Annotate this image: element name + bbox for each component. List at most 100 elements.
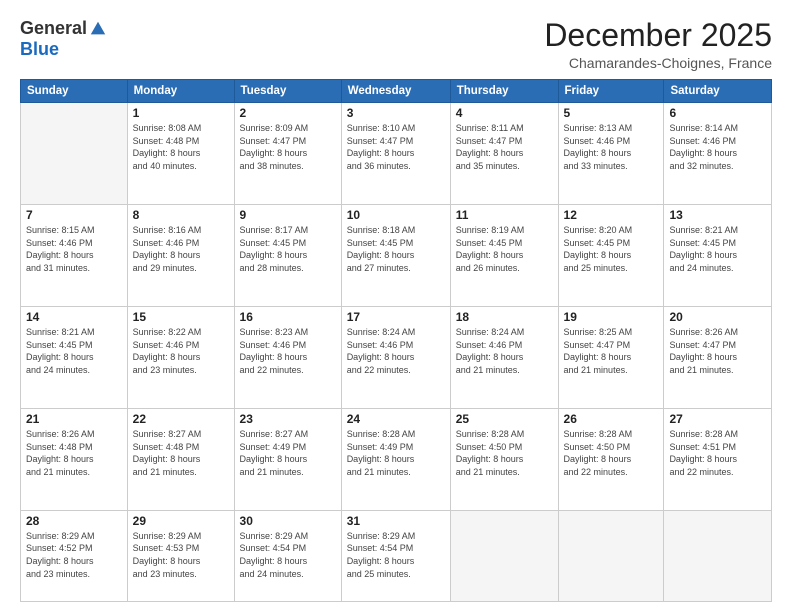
day-info: Sunrise: 8:14 AM Sunset: 4:46 PM Dayligh…: [669, 122, 766, 172]
day-info: Sunrise: 8:09 AM Sunset: 4:47 PM Dayligh…: [240, 122, 336, 172]
header-cell-sunday: Sunday: [21, 80, 128, 103]
day-info: Sunrise: 8:28 AM Sunset: 4:49 PM Dayligh…: [347, 428, 445, 478]
day-info: Sunrise: 8:22 AM Sunset: 4:46 PM Dayligh…: [133, 326, 229, 376]
day-cell: 11Sunrise: 8:19 AM Sunset: 4:45 PM Dayli…: [450, 205, 558, 307]
day-cell: 27Sunrise: 8:28 AM Sunset: 4:51 PM Dayli…: [664, 408, 772, 510]
day-number: 1: [133, 106, 229, 120]
day-cell: 14 Sunrise: 8:21 AM Sunset: 4:45 PM Dayli…: [21, 307, 128, 409]
day-cell: 10 Sunrise: 8:18 AM Sunset: 4:45 PM Dayli…: [341, 205, 450, 307]
day-number: 7: [26, 208, 122, 222]
day-cell: 28Sunrise: 8:29 AM Sunset: 4:52 PM Dayli…: [21, 510, 128, 601]
day-cell: 26Sunrise: 8:28 AM Sunset: 4:50 PM Dayli…: [558, 408, 664, 510]
day-cell: [664, 510, 772, 601]
day-cell: 2Sunrise: 8:09 AM Sunset: 4:47 PM Daylig…: [234, 103, 341, 205]
day-info: Sunrise: 8:29 AM Sunset: 4:53 PM Dayligh…: [133, 530, 229, 580]
day-cell: [558, 510, 664, 601]
day-cell: 8 Sunrise: 8:16 AM Sunset: 4:46 PM Daylig…: [127, 205, 234, 307]
week-row-1: 1Sunrise: 8:08 AM Sunset: 4:48 PM Daylig…: [21, 103, 772, 205]
title-block: December 2025 Chamarandes-Choignes, Fran…: [544, 18, 772, 71]
day-info: Sunrise: 8:21 AM Sunset: 4:45 PM Dayligh…: [26, 326, 122, 376]
day-number: 27: [669, 412, 766, 426]
day-number: 25: [456, 412, 553, 426]
day-info: Sunrise: 8:13 AM Sunset: 4:46 PM Dayligh…: [564, 122, 659, 172]
logo-blue: Blue: [20, 39, 59, 59]
day-number: 8: [133, 208, 229, 222]
day-number: 24: [347, 412, 445, 426]
week-row-3: 14 Sunrise: 8:21 AM Sunset: 4:45 PM Dayli…: [21, 307, 772, 409]
day-number: 20: [669, 310, 766, 324]
logo-general: General: [20, 18, 87, 39]
day-number: 4: [456, 106, 553, 120]
day-info: Sunrise: 8:10 AM Sunset: 4:47 PM Dayligh…: [347, 122, 445, 172]
header-cell-tuesday: Tuesday: [234, 80, 341, 103]
day-cell: 9 Sunrise: 8:17 AM Sunset: 4:45 PM Daylig…: [234, 205, 341, 307]
week-row-2: 7Sunrise: 8:15 AM Sunset: 4:46 PM Daylig…: [21, 205, 772, 307]
week-row-5: 28Sunrise: 8:29 AM Sunset: 4:52 PM Dayli…: [21, 510, 772, 601]
day-cell: 5 Sunrise: 8:13 AM Sunset: 4:46 PM Daylig…: [558, 103, 664, 205]
day-number: 22: [133, 412, 229, 426]
day-info: Sunrise: 8:29 AM Sunset: 4:54 PM Dayligh…: [240, 530, 336, 580]
header-row: SundayMondayTuesdayWednesdayThursdayFrid…: [21, 80, 772, 103]
day-cell: 29 Sunrise: 8:29 AM Sunset: 4:53 PM Dayli…: [127, 510, 234, 601]
day-info: Sunrise: 8:24 AM Sunset: 4:46 PM Dayligh…: [456, 326, 553, 376]
calendar-table: SundayMondayTuesdayWednesdayThursdayFrid…: [20, 79, 772, 602]
day-info: Sunrise: 8:23 AM Sunset: 4:46 PM Dayligh…: [240, 326, 336, 376]
day-info: Sunrise: 8:16 AM Sunset: 4:46 PM Dayligh…: [133, 224, 229, 274]
day-info: Sunrise: 8:25 AM Sunset: 4:47 PM Dayligh…: [564, 326, 659, 376]
day-info: Sunrise: 8:29 AM Sunset: 4:52 PM Dayligh…: [26, 530, 122, 580]
day-cell: 6 Sunrise: 8:14 AM Sunset: 4:46 PM Daylig…: [664, 103, 772, 205]
day-number: 5: [564, 106, 659, 120]
day-cell: 1Sunrise: 8:08 AM Sunset: 4:48 PM Daylig…: [127, 103, 234, 205]
day-cell: 15 Sunrise: 8:22 AM Sunset: 4:46 PM Dayli…: [127, 307, 234, 409]
day-info: Sunrise: 8:19 AM Sunset: 4:45 PM Dayligh…: [456, 224, 553, 274]
day-cell: 4 Sunrise: 8:11 AM Sunset: 4:47 PM Daylig…: [450, 103, 558, 205]
day-cell: 30 Sunrise: 8:29 AM Sunset: 4:54 PM Dayli…: [234, 510, 341, 601]
day-info: Sunrise: 8:29 AM Sunset: 4:54 PM Dayligh…: [347, 530, 445, 580]
day-cell: 31 Sunrise: 8:29 AM Sunset: 4:54 PM Dayli…: [341, 510, 450, 601]
day-cell: [21, 103, 128, 205]
day-number: 9: [240, 208, 336, 222]
day-cell: 20 Sunrise: 8:26 AM Sunset: 4:47 PM Dayli…: [664, 307, 772, 409]
day-number: 13: [669, 208, 766, 222]
day-number: 15: [133, 310, 229, 324]
header-cell-monday: Monday: [127, 80, 234, 103]
logo: General Blue: [20, 18, 107, 60]
logo-blue-text: Blue: [20, 39, 59, 60]
day-info: Sunrise: 8:26 AM Sunset: 4:47 PM Dayligh…: [669, 326, 766, 376]
day-info: Sunrise: 8:20 AM Sunset: 4:45 PM Dayligh…: [564, 224, 659, 274]
day-cell: 12Sunrise: 8:20 AM Sunset: 4:45 PM Dayli…: [558, 205, 664, 307]
day-number: 31: [347, 514, 445, 528]
day-cell: 18 Sunrise: 8:24 AM Sunset: 4:46 PM Dayli…: [450, 307, 558, 409]
logo-icon: [89, 20, 107, 38]
day-info: Sunrise: 8:28 AM Sunset: 4:50 PM Dayligh…: [456, 428, 553, 478]
day-number: 6: [669, 106, 766, 120]
day-number: 26: [564, 412, 659, 426]
day-number: 18: [456, 310, 553, 324]
day-number: 30: [240, 514, 336, 528]
day-number: 17: [347, 310, 445, 324]
day-cell: 3 Sunrise: 8:10 AM Sunset: 4:47 PM Daylig…: [341, 103, 450, 205]
day-cell: 13 Sunrise: 8:21 AM Sunset: 4:45 PM Dayli…: [664, 205, 772, 307]
day-cell: 19Sunrise: 8:25 AM Sunset: 4:47 PM Dayli…: [558, 307, 664, 409]
day-info: Sunrise: 8:11 AM Sunset: 4:47 PM Dayligh…: [456, 122, 553, 172]
day-cell: 24 Sunrise: 8:28 AM Sunset: 4:49 PM Dayli…: [341, 408, 450, 510]
day-number: 14: [26, 310, 122, 324]
day-number: 16: [240, 310, 336, 324]
day-cell: 21Sunrise: 8:26 AM Sunset: 4:48 PM Dayli…: [21, 408, 128, 510]
day-info: Sunrise: 8:21 AM Sunset: 4:45 PM Dayligh…: [669, 224, 766, 274]
header-cell-thursday: Thursday: [450, 80, 558, 103]
day-info: Sunrise: 8:17 AM Sunset: 4:45 PM Dayligh…: [240, 224, 336, 274]
day-info: Sunrise: 8:18 AM Sunset: 4:45 PM Dayligh…: [347, 224, 445, 274]
day-info: Sunrise: 8:27 AM Sunset: 4:49 PM Dayligh…: [240, 428, 336, 478]
month-title: December 2025: [544, 18, 772, 53]
day-cell: 17 Sunrise: 8:24 AM Sunset: 4:46 PM Dayli…: [341, 307, 450, 409]
page: General Blue December 2025 Chamarandes-C…: [0, 0, 792, 612]
header: General Blue December 2025 Chamarandes-C…: [20, 18, 772, 71]
day-number: 3: [347, 106, 445, 120]
day-info: Sunrise: 8:26 AM Sunset: 4:48 PM Dayligh…: [26, 428, 122, 478]
day-info: Sunrise: 8:27 AM Sunset: 4:48 PM Dayligh…: [133, 428, 229, 478]
day-info: Sunrise: 8:24 AM Sunset: 4:46 PM Dayligh…: [347, 326, 445, 376]
day-number: 29: [133, 514, 229, 528]
day-number: 10: [347, 208, 445, 222]
logo-text: General: [20, 18, 107, 39]
